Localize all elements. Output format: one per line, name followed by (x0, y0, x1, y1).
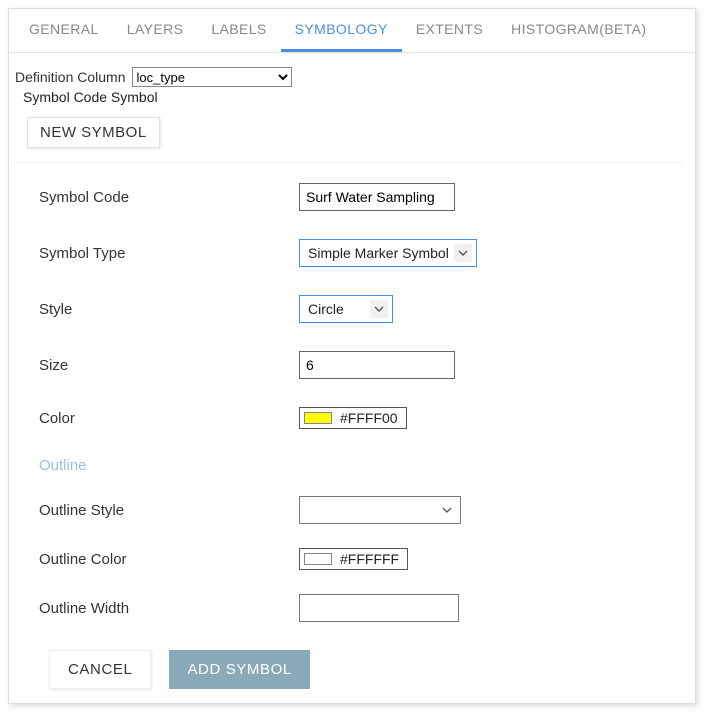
symbol-form: Symbol Code Symbol Type Simple Marker Sy… (15, 162, 683, 689)
style-value: Circle (300, 301, 352, 317)
definition-column-label: Definition Column (15, 69, 126, 85)
symbol-type-label: Symbol Type (39, 245, 299, 262)
tab-general[interactable]: GENERAL (15, 9, 113, 52)
definition-column-row: Definition Column loc_type (15, 67, 683, 87)
style-select[interactable]: Circle (299, 295, 393, 323)
tab-extents[interactable]: EXTENTS (402, 9, 497, 52)
size-input[interactable] (299, 351, 455, 379)
color-swatch (304, 412, 332, 424)
tab-symbology[interactable]: SYMBOLOGY (281, 9, 402, 52)
add-symbol-button[interactable]: ADD SYMBOL (169, 650, 309, 689)
tab-bar: GENERAL LAYERS LABELS SYMBOLOGY EXTENTS … (9, 9, 695, 53)
color-value: #FFFF00 (340, 410, 398, 426)
tab-layers[interactable]: LAYERS (113, 9, 198, 52)
chevron-down-icon (454, 244, 472, 262)
tab-labels[interactable]: LABELS (197, 9, 280, 52)
outline-color-picker[interactable]: #FFFFFF (299, 548, 408, 570)
outline-color-swatch (304, 553, 332, 565)
symbol-type-value: Simple Marker Symbol (300, 245, 457, 261)
symbol-type-select[interactable]: Simple Marker Symbol (299, 239, 477, 267)
button-row: CANCEL ADD SYMBOL (39, 650, 683, 689)
outline-width-input[interactable] (299, 594, 459, 622)
tab-histogram[interactable]: HISTOGRAM(BETA) (497, 9, 660, 52)
chevron-down-icon (370, 300, 388, 318)
style-label: Style (39, 301, 299, 318)
outline-color-value: #FFFFFF (340, 551, 399, 567)
size-label: Size (39, 357, 299, 374)
chevron-down-icon (438, 501, 456, 519)
symbol-code-symbol-label: Symbol Code Symbol (23, 89, 683, 105)
new-symbol-button[interactable]: NEW SYMBOL (27, 117, 160, 148)
content-area: Definition Column loc_type Symbol Code S… (9, 53, 695, 689)
cancel-button[interactable]: CANCEL (49, 650, 151, 689)
symbol-code-label: Symbol Code (39, 189, 299, 206)
outline-section-title: Outline (39, 457, 683, 474)
color-label: Color (39, 410, 299, 427)
outline-width-label: Outline Width (39, 600, 299, 617)
definition-column-select[interactable]: loc_type (132, 67, 292, 87)
outline-style-select[interactable] (299, 496, 461, 524)
outline-style-label: Outline Style (39, 502, 299, 519)
symbol-code-input[interactable] (299, 183, 455, 211)
outline-color-label: Outline Color (39, 551, 299, 568)
symbology-panel: GENERAL LAYERS LABELS SYMBOLOGY EXTENTS … (8, 8, 696, 704)
color-picker[interactable]: #FFFF00 (299, 407, 407, 429)
